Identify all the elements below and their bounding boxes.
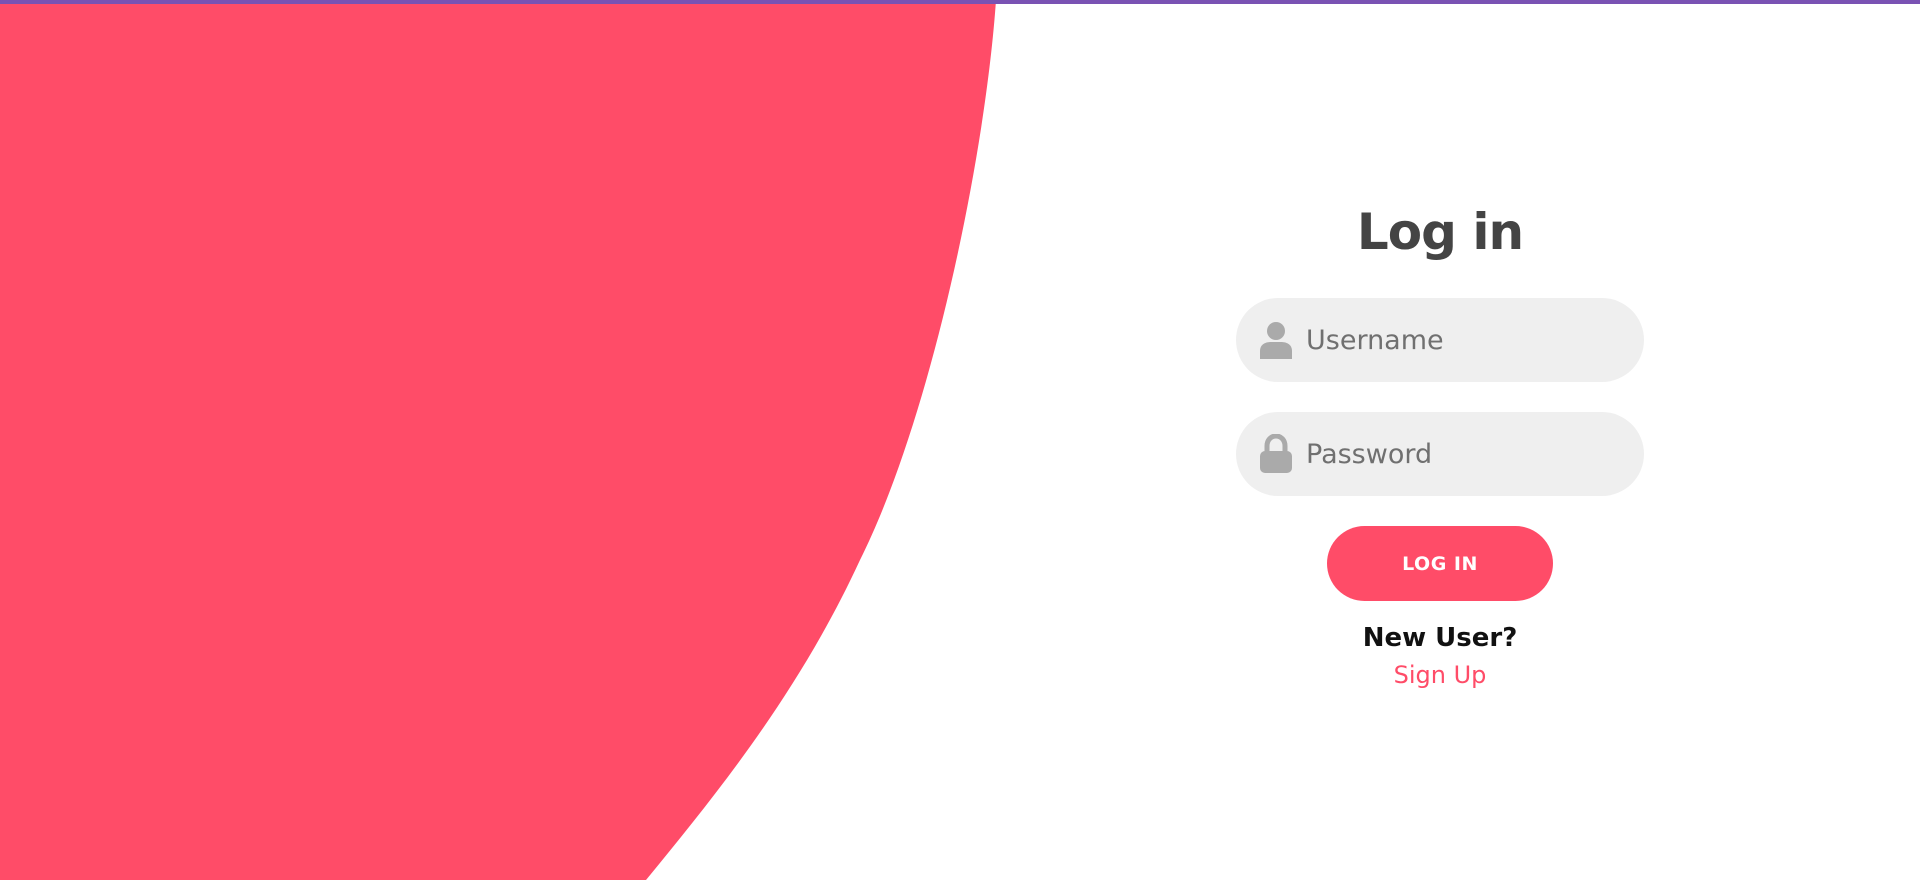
new-user-prompt: New User?: [1362, 623, 1518, 653]
username-input[interactable]: [1304, 309, 1628, 371]
password-input[interactable]: [1304, 423, 1628, 485]
username-field[interactable]: [1236, 298, 1644, 382]
login-button[interactable]: LOG IN: [1327, 526, 1553, 601]
signup-link[interactable]: Sign Up: [1394, 659, 1487, 691]
user-icon: [1258, 320, 1294, 360]
top-border: [0, 0, 1920, 4]
login-form: Log in LOG IN New User? Sign Up: [1236, 196, 1644, 691]
lock-icon: [1258, 434, 1294, 474]
page-title: Log in: [1356, 203, 1524, 261]
login-page: Log in LOG IN New User? Sign Up: [0, 0, 1920, 880]
password-field[interactable]: [1236, 412, 1644, 496]
